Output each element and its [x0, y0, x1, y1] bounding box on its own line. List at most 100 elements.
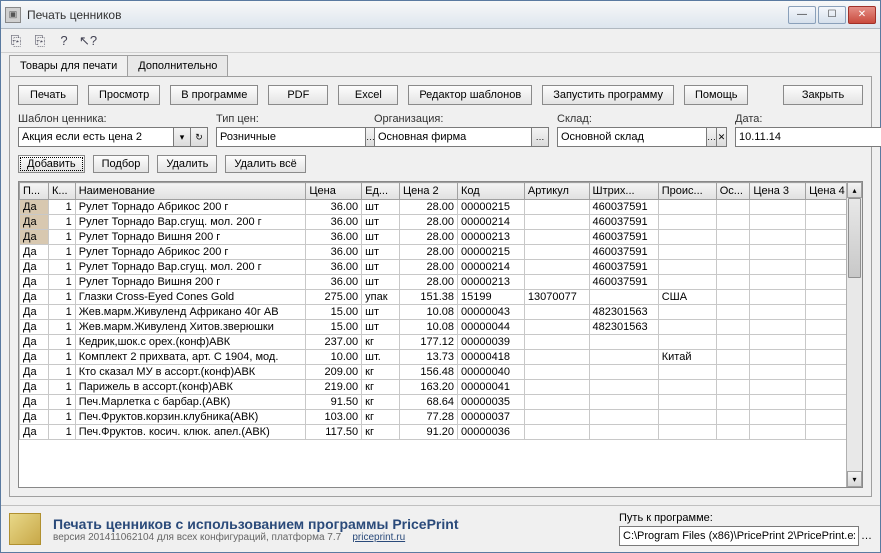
column-header[interactable]: К... — [48, 183, 75, 200]
cell[interactable]: 237.00 — [306, 335, 362, 350]
cell[interactable]: 15.00 — [306, 305, 362, 320]
cell[interactable]: 1 — [48, 410, 75, 425]
cell[interactable]: Жев.марм.Живуленд Африкано 40г АВ — [75, 305, 306, 320]
cell[interactable]: 10.00 — [306, 350, 362, 365]
cell[interactable] — [716, 290, 750, 305]
column-header[interactable]: Ед... — [362, 183, 400, 200]
cell[interactable] — [524, 320, 589, 335]
cell[interactable] — [750, 290, 806, 305]
cell[interactable]: 15.00 — [306, 320, 362, 335]
cell[interactable]: 460037591 — [589, 200, 658, 215]
cell[interactable]: 10.08 — [400, 320, 458, 335]
cell[interactable] — [716, 320, 750, 335]
vertical-scrollbar[interactable]: ▴ ▾ — [846, 182, 862, 487]
delete-all-button[interactable]: Удалить всё — [225, 155, 305, 173]
cell[interactable] — [524, 425, 589, 440]
print-button[interactable]: Печать — [18, 85, 78, 105]
cell[interactable] — [524, 395, 589, 410]
cell[interactable]: Да — [20, 410, 49, 425]
column-header[interactable]: Артикул — [524, 183, 589, 200]
cell[interactable]: 1 — [48, 305, 75, 320]
help-button[interactable]: Помощь — [684, 85, 749, 105]
cell[interactable]: США — [658, 290, 716, 305]
cell[interactable]: Да — [20, 380, 49, 395]
cell[interactable] — [750, 380, 806, 395]
close-button[interactable]: Закрыть — [783, 85, 863, 105]
cell[interactable] — [750, 365, 806, 380]
cell[interactable] — [658, 335, 716, 350]
cell[interactable]: шт — [362, 260, 400, 275]
cell[interactable] — [716, 200, 750, 215]
cell[interactable]: 1 — [48, 260, 75, 275]
org-select-icon[interactable]: … — [531, 127, 549, 147]
column-header[interactable]: Код — [458, 183, 525, 200]
cell[interactable]: Рулет Торнадо Вар.сгущ. мол. 200 г — [75, 260, 306, 275]
cell[interactable] — [716, 335, 750, 350]
column-header[interactable]: Ос... — [716, 183, 750, 200]
cell[interactable]: 00000213 — [458, 275, 525, 290]
cell[interactable]: 28.00 — [400, 215, 458, 230]
pdf-button[interactable]: PDF — [268, 85, 328, 105]
pick-button[interactable]: Подбор — [93, 155, 150, 173]
cell[interactable] — [658, 245, 716, 260]
cell[interactable]: Да — [20, 200, 49, 215]
cell[interactable]: 00000040 — [458, 365, 525, 380]
cell[interactable]: 00000044 — [458, 320, 525, 335]
tab-products[interactable]: Товары для печати — [9, 55, 128, 76]
cell[interactable] — [750, 425, 806, 440]
cell[interactable]: 1 — [48, 215, 75, 230]
table-row[interactable]: Да1Комплект 2 прихвата, арт. С 1904, мод… — [20, 350, 862, 365]
cell[interactable]: 460037591 — [589, 245, 658, 260]
cell[interactable]: 00000213 — [458, 230, 525, 245]
cell[interactable] — [524, 230, 589, 245]
cell[interactable]: 1 — [48, 335, 75, 350]
cell[interactable]: кг — [362, 410, 400, 425]
cell[interactable] — [589, 380, 658, 395]
cell[interactable] — [524, 305, 589, 320]
cell[interactable] — [716, 350, 750, 365]
cell[interactable]: 00000039 — [458, 335, 525, 350]
cell[interactable]: 00000215 — [458, 200, 525, 215]
cell[interactable]: 1 — [48, 425, 75, 440]
cell[interactable]: кг — [362, 365, 400, 380]
cell[interactable] — [750, 260, 806, 275]
cell[interactable] — [658, 380, 716, 395]
preview-button[interactable]: Просмотр — [88, 85, 160, 105]
cell[interactable] — [589, 350, 658, 365]
column-header[interactable]: Цена 2 — [400, 183, 458, 200]
warehouse-clear-icon[interactable]: ✕ — [716, 127, 727, 147]
cell[interactable] — [716, 395, 750, 410]
add-button[interactable]: Добавить — [18, 155, 85, 173]
cell[interactable] — [658, 230, 716, 245]
table-row[interactable]: Да1Рулет Торнадо Вар.сгущ. мол. 200 г36.… — [20, 215, 862, 230]
tab-additional[interactable]: Дополнительно — [127, 55, 228, 76]
cell[interactable] — [716, 380, 750, 395]
cell[interactable] — [524, 200, 589, 215]
cell[interactable]: 28.00 — [400, 200, 458, 215]
cell[interactable]: 460037591 — [589, 215, 658, 230]
cell[interactable]: Да — [20, 290, 49, 305]
table-row[interactable]: Да1Рулет Торнадо Вишня 200 г36.00шт28.00… — [20, 230, 862, 245]
cell[interactable] — [524, 245, 589, 260]
help-icon[interactable]: ? — [55, 32, 73, 50]
path-browse-icon[interactable]: … — [861, 530, 872, 542]
cell[interactable] — [750, 350, 806, 365]
cell[interactable]: шт. — [362, 350, 400, 365]
cell[interactable]: 275.00 — [306, 290, 362, 305]
cell[interactable]: 209.00 — [306, 365, 362, 380]
cell[interactable] — [658, 275, 716, 290]
cell[interactable] — [524, 410, 589, 425]
cell[interactable]: 13070077 — [524, 290, 589, 305]
table-row[interactable]: Да1Рулет Торнадо Вишня 200 г36.00шт28.00… — [20, 275, 862, 290]
table-row[interactable]: Да1Жев.марм.Живуленд Хитов.зверюшки15.00… — [20, 320, 862, 335]
table-row[interactable]: Да1Кедрик,шок.с орех.(конф)АВК237.00кг17… — [20, 335, 862, 350]
cell[interactable] — [750, 215, 806, 230]
cell[interactable]: 00000215 — [458, 245, 525, 260]
cell[interactable]: Рулет Торнадо Абрикос 200 г — [75, 200, 306, 215]
cell[interactable]: шт — [362, 230, 400, 245]
delete-button[interactable]: Удалить — [157, 155, 217, 173]
table-row[interactable]: Да1Кто сказал МУ в ассорт.(конф)АВК209.0… — [20, 365, 862, 380]
cell[interactable]: 1 — [48, 350, 75, 365]
cell[interactable] — [524, 335, 589, 350]
cell[interactable]: кг — [362, 380, 400, 395]
